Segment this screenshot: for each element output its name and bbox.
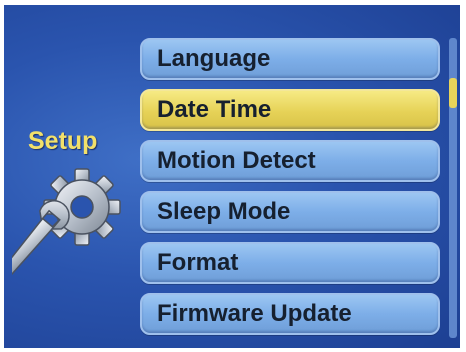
menu-item-motion-detect[interactable]: Motion Detect xyxy=(140,140,440,182)
menu-item-firmware-update[interactable]: Firmware Update xyxy=(140,293,440,335)
menu-item-label: Date Time xyxy=(157,96,272,123)
menu-item-sleep-mode[interactable]: Sleep Mode xyxy=(140,191,440,233)
menu-item-label: Firmware Update xyxy=(157,300,352,327)
gear-wrench-icon xyxy=(4,155,142,285)
menu-item-label: Language xyxy=(157,45,271,72)
menu-scrollbar[interactable] xyxy=(449,38,457,338)
setup-screen: Setup Language Date Time Motion Detect S… xyxy=(4,5,460,348)
menu-item-label: Sleep Mode xyxy=(157,198,291,225)
menu-item-label: Format xyxy=(157,249,239,276)
menu-item-label: Motion Detect xyxy=(157,147,316,174)
menu-item-language[interactable]: Language xyxy=(140,38,440,80)
menu-item-format[interactable]: Format xyxy=(140,242,440,284)
scrollbar-thumb[interactable] xyxy=(449,78,457,108)
setup-menu: Language Date Time Motion Detect Sleep M… xyxy=(140,38,440,344)
menu-item-date-time[interactable]: Date Time xyxy=(140,89,440,131)
setup-title: Setup xyxy=(28,127,98,155)
